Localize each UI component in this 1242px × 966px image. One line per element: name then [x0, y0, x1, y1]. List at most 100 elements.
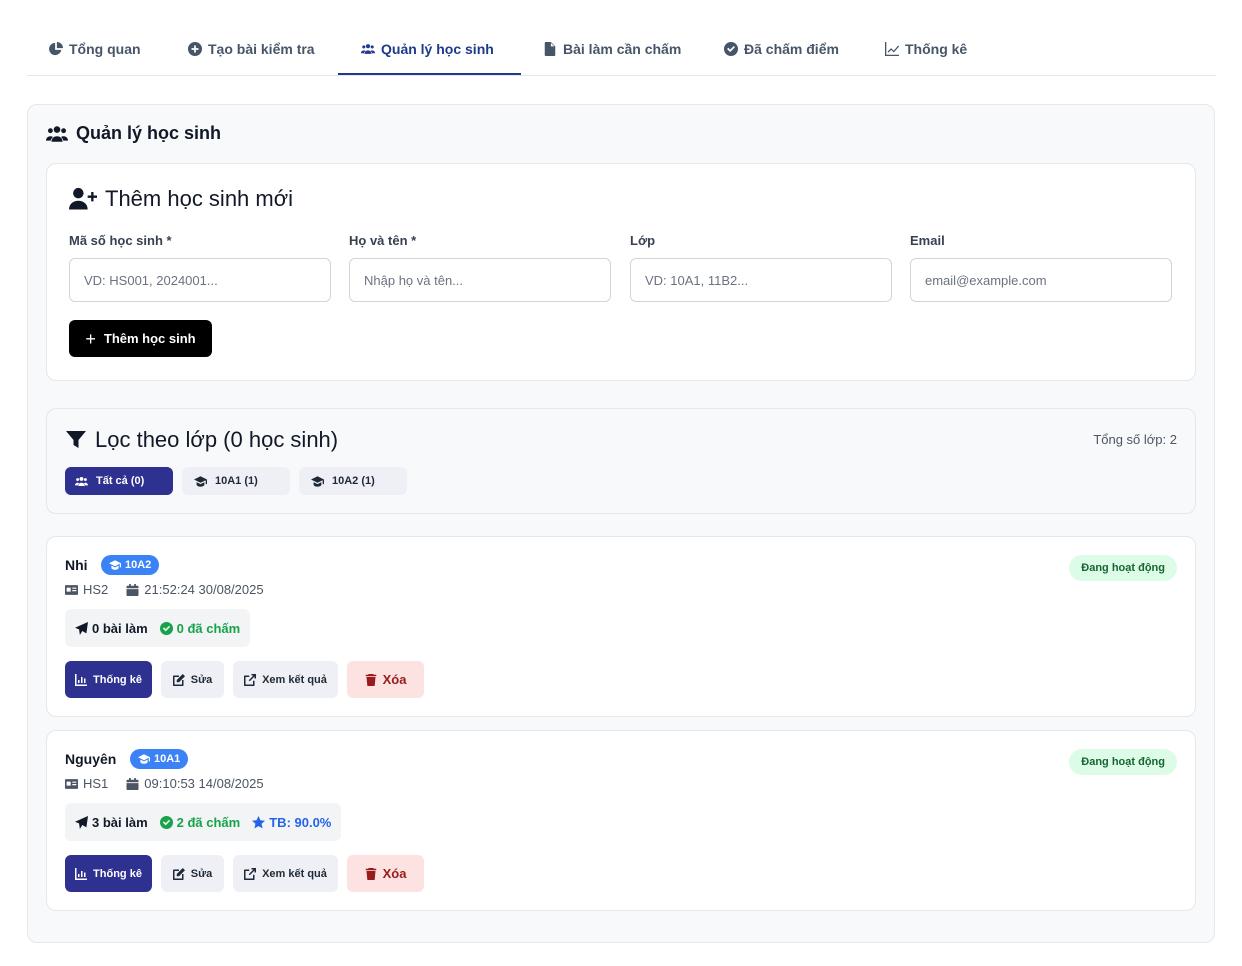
edit-icon [172, 867, 185, 880]
add-student-button-label: Thêm học sinh [103, 331, 196, 346]
graduation-cap-icon [109, 560, 121, 570]
check-circle-icon [159, 621, 173, 635]
filter-chip-10a2[interactable]: 10A2 (1) [299, 467, 407, 495]
class-badge-label: 10A2 [125, 559, 152, 571]
status-badge: Đang hoạt động [1069, 749, 1177, 775]
tab-overview[interactable]: Tổng quan [49, 22, 141, 76]
id-card-icon [65, 778, 78, 789]
add-student-title: Thêm học sinh mới [105, 186, 294, 211]
delete-button-label: Xóa [382, 672, 407, 687]
tab-label: Đã chấm điểm [744, 41, 839, 57]
edit-icon [172, 673, 185, 686]
plus-circle-icon [188, 42, 202, 56]
class-badge: 10A1 [130, 749, 189, 769]
edit-button[interactable]: Sửa [161, 855, 224, 892]
tab-label: Tổng quan [69, 41, 141, 57]
filter-chip-10a1[interactable]: 10A1 (1) [182, 467, 290, 495]
student-id-label: Mã số học sinh * [69, 233, 172, 248]
view-results-button[interactable]: Xem kết quả [233, 661, 338, 698]
users-icon [75, 476, 88, 486]
chart-icon [75, 867, 88, 880]
student-name: Nguyên [65, 751, 117, 767]
student-id-input[interactable] [69, 258, 331, 302]
tab-pending-grading[interactable]: Bài làm cần chấm [543, 22, 681, 76]
student-stats-button[interactable]: Thống kê [65, 661, 152, 698]
stats-button-label: Thống kê [93, 867, 142, 880]
total-classes-count: Tổng số lớp: 2 [1093, 432, 1177, 447]
class-badge-label: 10A1 [154, 753, 181, 765]
delete-button[interactable]: Xóa [347, 661, 424, 698]
filter-icon [66, 431, 86, 448]
class-badge: 10A2 [101, 555, 160, 575]
graded-count: 0 đã chấm [176, 620, 241, 636]
view-results-button[interactable]: Xem kết quả [233, 855, 338, 892]
graded-stat: 0 đã chấm [159, 620, 241, 636]
created-at: 21:52:24 30/08/2025 [144, 582, 264, 597]
edit-button[interactable]: Sửa [161, 661, 224, 698]
tab-label: Thống kê [905, 41, 968, 57]
tab-label: Quản lý học sinh [381, 41, 494, 57]
users-icon [46, 125, 68, 142]
student-meta: HS1 09:10:53 14/08/2025 [65, 776, 264, 791]
stats-button-label: Thống kê [93, 673, 142, 686]
filter-chip-all[interactable]: Tất cả (0) [65, 467, 173, 495]
filter-chip-label: 10A2 (1) [332, 475, 375, 487]
filter-title: Lọc theo lớp (0 học sinh) [95, 427, 339, 452]
trash-icon [365, 673, 376, 686]
paper-plane-icon [75, 815, 88, 829]
tab-label: Bài làm cần chấm [563, 41, 682, 57]
full-name-label: Họ và tên * [349, 233, 417, 248]
email-label: Email [910, 233, 945, 248]
status-badge: Đang hoạt động [1069, 555, 1177, 581]
student-id: HS1 [83, 776, 109, 791]
student-meta: HS2 21:52:24 30/08/2025 [65, 582, 264, 597]
student-stats: 3 bài làm 2 đã chấm TB: 90.0% [65, 803, 342, 841]
tab-bar: Tổng quan Tạo bài kiểm tra Quản lý học s… [27, 22, 1216, 76]
student-stats: 0 bài làm 0 đã chấm [65, 609, 251, 647]
external-link-icon [244, 673, 257, 686]
class-label: Lớp [630, 233, 656, 248]
delete-button[interactable]: Xóa [347, 855, 424, 892]
tab-create-test[interactable]: Tạo bài kiểm tra [188, 22, 315, 76]
trash-icon [365, 867, 376, 880]
class-input[interactable] [630, 258, 892, 302]
users-icon [361, 44, 375, 54]
email-input[interactable] [910, 258, 1172, 302]
created-at: 09:10:53 14/08/2025 [144, 776, 264, 791]
add-student-heading: Thêm học sinh mới [69, 186, 293, 212]
page-title-text: Quản lý học sinh [76, 123, 222, 143]
student-management-panel: Quản lý học sinh Thêm học sinh mới Mã số… [27, 104, 1215, 943]
page-title: Quản lý học sinh [46, 123, 221, 144]
full-name-input[interactable] [349, 258, 611, 302]
student-name: Nhi [65, 557, 88, 573]
star-icon [252, 815, 266, 828]
add-student-button[interactable]: + Thêm học sinh [69, 320, 212, 357]
calendar-icon [126, 777, 139, 790]
external-link-icon [244, 867, 257, 880]
submissions-stat: 3 bài làm [75, 815, 148, 830]
paper-plane-icon [75, 621, 88, 635]
student-stats-button[interactable]: Thống kê [65, 855, 152, 892]
tab-graded[interactable]: Đã chấm điểm [724, 22, 839, 76]
submissions-count: 3 bài làm [92, 814, 148, 830]
tab-statistics[interactable]: Thống kê [885, 22, 967, 76]
chart-icon [75, 673, 88, 686]
user-plus-icon [69, 187, 97, 210]
graded-count: 2 đã chấm [176, 814, 241, 830]
graduation-cap-icon [138, 754, 150, 764]
tab-label: Tạo bài kiểm tra [208, 41, 315, 57]
filter-chip-label: 10A1 (1) [215, 475, 258, 487]
student-card: Nhi 10A2 Đang hoạt động HS2 21:52:24 30/… [46, 536, 1196, 717]
check-circle-icon [159, 815, 173, 829]
id-card-icon [65, 584, 78, 595]
pie-chart-icon [49, 42, 63, 56]
student-card: Nguyên 10A1 Đang hoạt động HS1 09:10:53 … [46, 730, 1196, 911]
tab-manage-students[interactable]: Quản lý học sinh [361, 22, 494, 76]
average-stat: TB: 90.0% [252, 815, 331, 830]
edit-button-label: Sửa [190, 867, 213, 880]
add-student-card: Thêm học sinh mới Mã số học sinh * Họ và… [46, 163, 1196, 381]
class-filter-card: Lọc theo lớp (0 học sinh) Tổng số lớp: 2… [46, 408, 1196, 514]
filter-chip-label: Tất cả (0) [96, 475, 145, 487]
view-results-label: Xem kết quả [262, 867, 327, 880]
file-icon [544, 42, 556, 56]
